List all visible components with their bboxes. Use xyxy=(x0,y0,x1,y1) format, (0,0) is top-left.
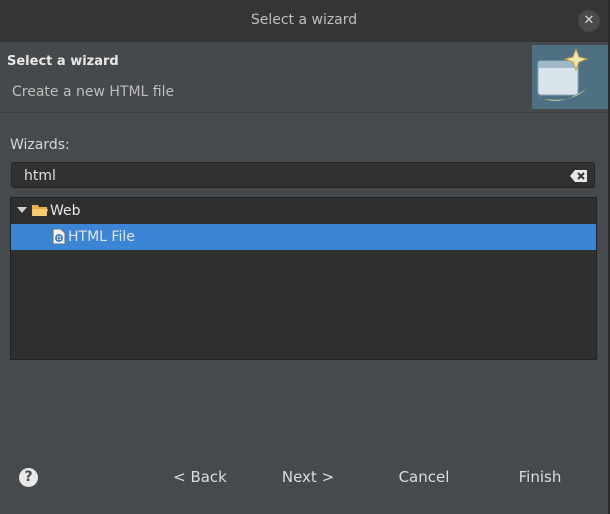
filter-field[interactable] xyxy=(11,162,595,188)
tree-item-label: Web xyxy=(50,203,81,219)
cancel-button[interactable]: Cancel xyxy=(394,468,454,486)
help-icon[interactable]: ? xyxy=(19,468,38,487)
wizard-banner-icon xyxy=(532,45,608,109)
back-button[interactable]: < Back xyxy=(168,468,232,486)
page-title: Select a wizard xyxy=(7,54,119,69)
close-button[interactable]: ✕ xyxy=(578,10,600,32)
tree-item-html-file[interactable]: HTML File xyxy=(11,224,596,250)
html-file-icon xyxy=(52,229,66,244)
wizard-dialog: Select a wizard ✕ Select a wizard Create… xyxy=(0,0,610,514)
title-bar[interactable]: Select a wizard ✕ xyxy=(0,0,608,43)
finish-button[interactable]: Finish xyxy=(510,468,570,486)
expand-arrow-icon[interactable] xyxy=(17,207,27,213)
window-title: Select a wizard xyxy=(250,12,358,28)
tree-item-web[interactable]: Web xyxy=(11,198,596,224)
filter-input[interactable] xyxy=(22,165,566,187)
wizards-label: Wizards: xyxy=(10,137,70,153)
wizard-header: Select a wizard Create a new HTML file xyxy=(0,42,608,112)
clear-filter-icon[interactable] xyxy=(570,169,588,183)
header-divider xyxy=(0,112,608,113)
page-description: Create a new HTML file xyxy=(12,84,175,100)
tree-item-label: HTML File xyxy=(68,229,135,245)
wizard-tree[interactable]: Web HTML File xyxy=(10,197,597,360)
close-icon: ✕ xyxy=(583,13,595,28)
next-button[interactable]: Next > xyxy=(278,468,338,486)
folder-open-icon xyxy=(32,205,48,216)
